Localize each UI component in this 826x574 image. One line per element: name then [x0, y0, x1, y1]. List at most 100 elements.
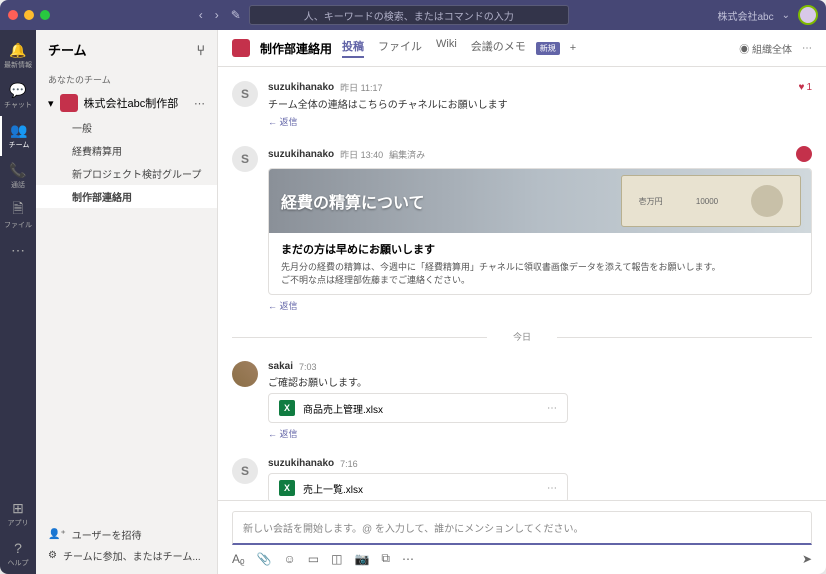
compose-area: 新しい会話を開始します。@ を入力して、誰かにメンションしてください。 Aᵨ 📎…	[218, 500, 826, 574]
org-wide-label: 組織全体	[752, 45, 792, 56]
channel-production-contact[interactable]: 制作部連絡用	[36, 185, 217, 208]
chat-icon: 💬	[10, 82, 26, 98]
msg-text: ご確認お願いします。	[268, 374, 812, 389]
invite-user-button[interactable]: 👤⁺ ユーザーを招待	[48, 524, 205, 545]
rail-apps[interactable]: ⊞アプリ	[0, 494, 36, 534]
yen-num: 10000	[696, 197, 718, 206]
file-name: 商品売上管理.xlsx	[303, 401, 383, 416]
search-input[interactable]: 人、キーワードの検索、またはコマンドの入力	[249, 5, 569, 25]
meet-icon[interactable]: 📷	[354, 552, 369, 566]
yen-label: 壱万円	[639, 196, 663, 207]
card-title: まだの方は早めにお願いします	[281, 241, 799, 257]
teams-sidebar: チーム ⑂ あなたのチーム ▾ 株式会社abc制作部 ⋯ 一般 経費精算用 新プ…	[36, 30, 218, 574]
avatar[interactable]: S	[232, 458, 258, 484]
rail-calls[interactable]: 📞 通話	[0, 156, 36, 196]
attach-icon[interactable]: 📎	[257, 552, 272, 566]
rail-files[interactable]: 🗎ファイル	[0, 196, 36, 236]
more-options-icon[interactable]: ⋯	[802, 43, 812, 54]
person-plus-icon: 👤⁺	[48, 529, 66, 540]
file-attachment[interactable]: 売上一覧.xlsx ⋯	[268, 473, 568, 500]
gif-icon[interactable]: ▭	[308, 552, 319, 566]
file-attachment[interactable]: 商品売上管理.xlsx ⋯	[268, 393, 568, 423]
tab-wiki[interactable]: Wiki	[436, 38, 457, 58]
stream-icon[interactable]: ⧉	[381, 551, 390, 566]
format-icon[interactable]: Aᵨ	[232, 552, 245, 566]
rail-label: アプリ	[8, 518, 29, 528]
message: S suzukihanako7:16 売上一覧.xlsx⋯ ← 返信	[232, 452, 812, 500]
file-more-icon[interactable]: ⋯	[547, 403, 557, 414]
minimize-window-button[interactable]	[24, 10, 34, 20]
tab-posts[interactable]: 投稿	[342, 38, 364, 58]
card-hero-title: 経費の精算について	[281, 189, 425, 213]
collapse-icon[interactable]: ▾	[48, 97, 54, 110]
message-list: S suzukihanako昨日 11:17♥ 1 チーム全体の連絡はこちらのチ…	[218, 67, 826, 500]
file-name: 売上一覧.xlsx	[303, 481, 363, 496]
card-desc: 先月分の経費の精算は、今週中に「経費精算用」チャネルに領収書画像データを添えて報…	[281, 261, 799, 274]
rail-teams[interactable]: 👥チーム	[0, 116, 36, 156]
channel-general[interactable]: 一般	[36, 116, 217, 139]
message: S suzukihanako昨日 11:17♥ 1 チーム全体の連絡はこちらのチ…	[232, 75, 812, 134]
edited-label: 編集済み	[389, 148, 425, 161]
msg-author: suzukihanako	[268, 149, 334, 160]
window-controls	[8, 10, 50, 20]
your-teams-label: あなたのチーム	[36, 69, 217, 90]
join-label: チームに参加、またはチーム...	[63, 548, 201, 563]
tab-files[interactable]: ファイル	[378, 38, 422, 58]
reply-button[interactable]: ← 返信	[268, 427, 812, 440]
new-badge: 新規	[536, 42, 560, 55]
more-compose-icon[interactable]: ⋯	[402, 552, 414, 566]
channel-tile-icon	[232, 39, 250, 57]
channel-newproject[interactable]: 新プロジェクト検討グループ	[36, 162, 217, 185]
history-back-icon[interactable]: ‹	[199, 8, 203, 22]
phone-icon: 📞	[10, 162, 26, 178]
avatar[interactable]: S	[232, 146, 258, 172]
file-more-icon[interactable]: ⋯	[547, 483, 557, 494]
team-row[interactable]: ▾ 株式会社abc制作部 ⋯	[36, 90, 217, 116]
rail-label: チーム	[9, 140, 30, 150]
msg-time: 昨日 11:17	[340, 81, 382, 94]
compose-input[interactable]: 新しい会話を開始します。@ を入力して、誰かにメンションしてください。	[232, 511, 812, 545]
add-tab-button[interactable]: +	[570, 42, 576, 54]
history-fwd-icon[interactable]: ›	[215, 8, 219, 22]
join-team-button[interactable]: ⚙チームに参加、またはチーム...	[48, 545, 205, 566]
org-wide-indicator[interactable]: ◉ 組織全体	[739, 41, 792, 56]
rail-chat[interactable]: 💬 チャット	[0, 76, 36, 116]
rail-label: ファイル	[4, 220, 32, 230]
reply-button[interactable]: ← 返信	[268, 115, 812, 128]
day-separator: 今日	[232, 330, 812, 343]
msg-time: 7:16	[340, 459, 358, 469]
filter-icon[interactable]: ⑂	[197, 42, 205, 58]
maximize-window-button[interactable]	[40, 10, 50, 20]
team-more-icon[interactable]: ⋯	[194, 97, 205, 110]
profile-avatar[interactable]	[798, 5, 818, 25]
channel-header: 制作部連絡用 投稿 ファイル Wiki 会議のメモ 新規 + ◉ 組織全体 ⋯	[218, 30, 826, 67]
tab-meeting-notes[interactable]: 会議のメモ	[471, 38, 526, 58]
emoji-icon[interactable]: ☺	[284, 552, 296, 566]
org-name[interactable]: 株式会社abc	[717, 8, 773, 23]
announcement-card[interactable]: 経費の精算について 壱万円 10000 まだの方は早めにお願いします 先月分の経…	[268, 168, 812, 295]
reply-button[interactable]: ← 返信	[268, 299, 812, 312]
message: S suzukihanako 昨日 13:40 編集済み 経費の精算について 壱万円…	[232, 140, 812, 318]
invite-label: ユーザーを招待	[72, 527, 142, 542]
rail-label: チャット	[4, 100, 32, 110]
app-rail: 🔔最新情報 💬 チャット 👥チーム 📞 通話 🗎ファイル ⋯ ⊞アプリ ?ヘルプ	[0, 30, 36, 574]
msg-author: suzukihanako	[268, 82, 334, 93]
send-button[interactable]: ➤	[802, 552, 812, 566]
avatar[interactable]: S	[232, 81, 258, 107]
new-chat-icon[interactable]: ✎	[231, 8, 241, 22]
channel-expenses[interactable]: 経費精算用	[36, 139, 217, 162]
rail-more[interactable]: ⋯	[0, 236, 36, 264]
avatar[interactable]	[232, 361, 258, 387]
heart-reaction[interactable]: ♥ 1	[799, 82, 813, 93]
chevron-down-icon[interactable]: ⌄	[782, 10, 790, 21]
msg-time: 昨日 13:40	[340, 148, 383, 161]
more-icon: ⋯	[10, 242, 26, 258]
portrait-icon	[751, 185, 783, 217]
sticker-icon[interactable]: ◫	[331, 552, 342, 566]
close-window-button[interactable]	[8, 10, 18, 20]
titlebar: ‹ › ✎ 人、キーワードの検索、またはコマンドの入力 株式会社abc ⌄	[0, 0, 826, 30]
rail-help[interactable]: ?ヘルプ	[0, 534, 36, 574]
banknote-image: 壱万円 10000	[621, 175, 801, 227]
rail-activity[interactable]: 🔔最新情報	[0, 36, 36, 76]
rail-label: 通話	[11, 180, 25, 190]
